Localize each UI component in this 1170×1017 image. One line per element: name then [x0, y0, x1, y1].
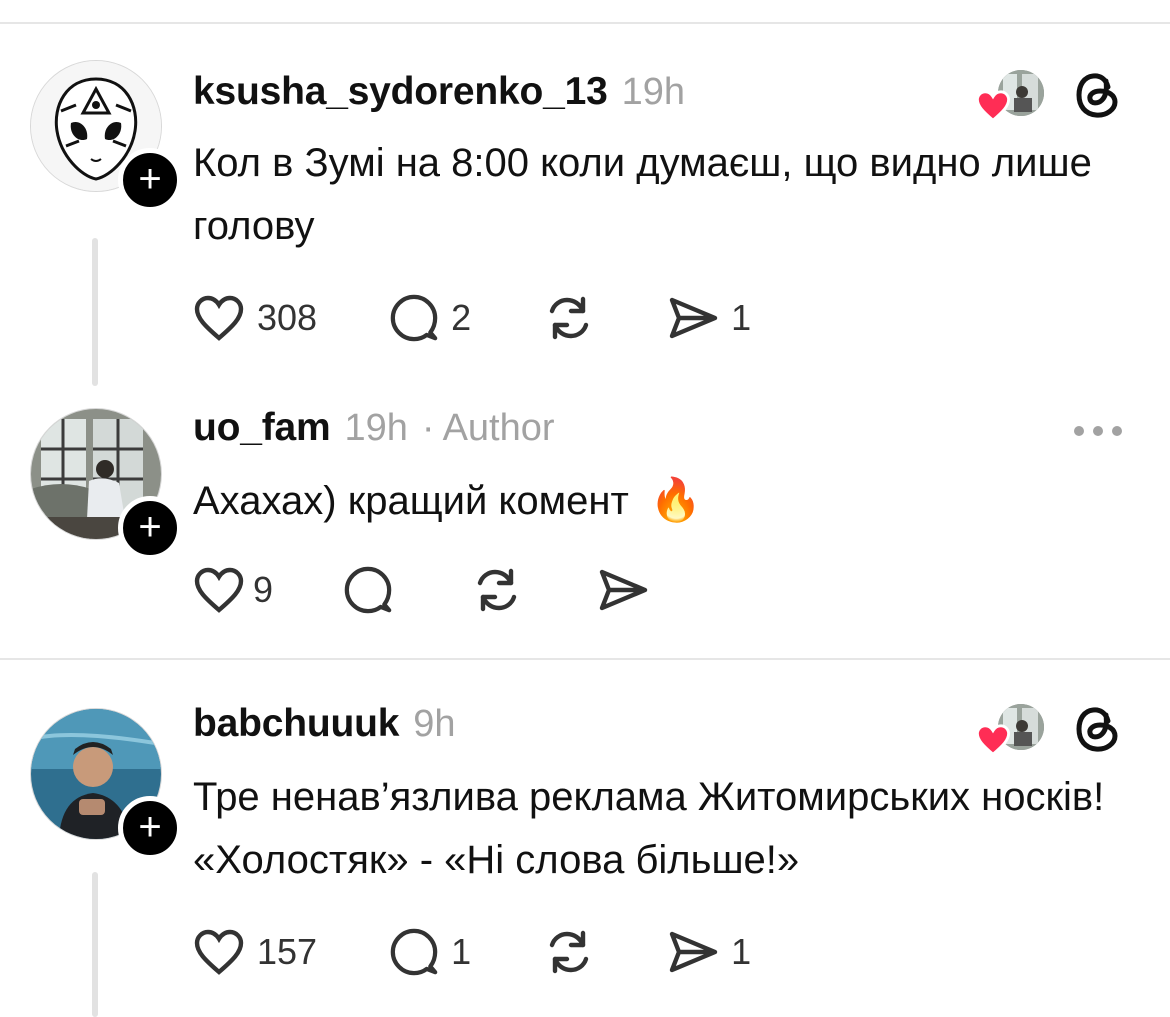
- repost-button[interactable]: [543, 927, 595, 977]
- threads-icon[interactable]: [1074, 69, 1122, 121]
- like-count: 9: [253, 569, 274, 610]
- reply-button[interactable]: [343, 565, 393, 615]
- avatar-ksusha[interactable]: +: [30, 60, 182, 212]
- repost-icon: [549, 296, 589, 340]
- share-button[interactable]: [597, 567, 649, 613]
- author-label: Author: [442, 407, 555, 449]
- comment-icon: [344, 566, 392, 614]
- more-options-button[interactable]: [1074, 426, 1122, 436]
- share-count: 1: [731, 297, 752, 338]
- comment-icon: [390, 928, 438, 976]
- send-icon: [669, 297, 718, 339]
- post-divider: [0, 658, 1170, 660]
- post-right-icons: [976, 68, 1122, 122]
- follow-plus-button[interactable]: +: [118, 496, 182, 560]
- post-text-body: Ахахах) кращий комент: [193, 479, 629, 523]
- reply-button[interactable]: 1: [389, 927, 471, 977]
- reply-button[interactable]: 2: [389, 293, 471, 343]
- post-text: Ахахах) кращий комент 🔥: [193, 468, 1133, 533]
- share-count: 1: [731, 931, 752, 972]
- post-right-icons: [976, 702, 1122, 756]
- avatar-babchuuuk[interactable]: +: [30, 708, 182, 860]
- username[interactable]: ksusha_sydorenko_13: [193, 70, 608, 114]
- share-button[interactable]: 1: [667, 295, 751, 341]
- post-header: ksusha_sydorenko_13 19h: [193, 70, 685, 122]
- username[interactable]: babchuuuk: [193, 702, 399, 746]
- timestamp: 9h: [413, 703, 456, 745]
- separator-dot: ·: [421, 407, 435, 449]
- follow-plus-button[interactable]: +: [118, 796, 182, 860]
- dot: [1074, 426, 1084, 436]
- repost-button[interactable]: [471, 565, 523, 615]
- like-count: 157: [257, 931, 318, 972]
- dot: [1093, 426, 1103, 436]
- liked-by-author-badge[interactable]: [976, 702, 1044, 756]
- send-icon: [669, 931, 718, 973]
- heart-icon: [194, 295, 244, 341]
- dot: [1112, 426, 1122, 436]
- send-icon: [599, 569, 648, 611]
- top-divider: [0, 22, 1170, 24]
- username[interactable]: uo_fam: [193, 406, 331, 450]
- post-header: uo_fam 19h · Author: [193, 406, 555, 458]
- share-button[interactable]: 1: [667, 929, 751, 975]
- action-bar: 9: [193, 560, 649, 620]
- like-button[interactable]: 308: [193, 294, 317, 342]
- like-button[interactable]: 157: [193, 928, 317, 976]
- timestamp: 19h: [621, 71, 685, 113]
- heart-icon: [194, 567, 244, 613]
- like-count: 308: [257, 297, 318, 338]
- liked-by-author-badge[interactable]: [976, 68, 1044, 122]
- repost-icon: [477, 568, 517, 612]
- repost-button[interactable]: [543, 293, 595, 343]
- reply-count: 2: [451, 297, 472, 338]
- threads-icon[interactable]: [1074, 703, 1122, 755]
- action-bar: 308 2 1: [193, 288, 751, 348]
- thread-line: [92, 238, 98, 386]
- like-button[interactable]: 9: [193, 566, 273, 614]
- heart-icon: [194, 929, 244, 975]
- comment-icon: [390, 294, 438, 342]
- timestamp: 19h: [344, 407, 408, 449]
- post-text: Тре ненав’язлива реклама Житомирських но…: [193, 775, 1105, 882]
- reply-count: 1: [451, 931, 472, 972]
- repost-icon: [549, 930, 589, 974]
- action-bar: 157 1 1: [193, 922, 751, 982]
- heart-badge-icon: [976, 724, 1010, 756]
- follow-plus-button[interactable]: +: [118, 148, 182, 212]
- heart-badge-icon: [976, 90, 1010, 122]
- fire-emoji: 🔥: [649, 476, 703, 523]
- post-header: babchuuuk 9h: [193, 702, 456, 754]
- thread-line: [92, 872, 98, 1017]
- post-text: Кол в Зумі на 8:00 коли думаєш, що видно…: [193, 141, 1092, 248]
- avatar-uo-fam[interactable]: +: [30, 408, 182, 560]
